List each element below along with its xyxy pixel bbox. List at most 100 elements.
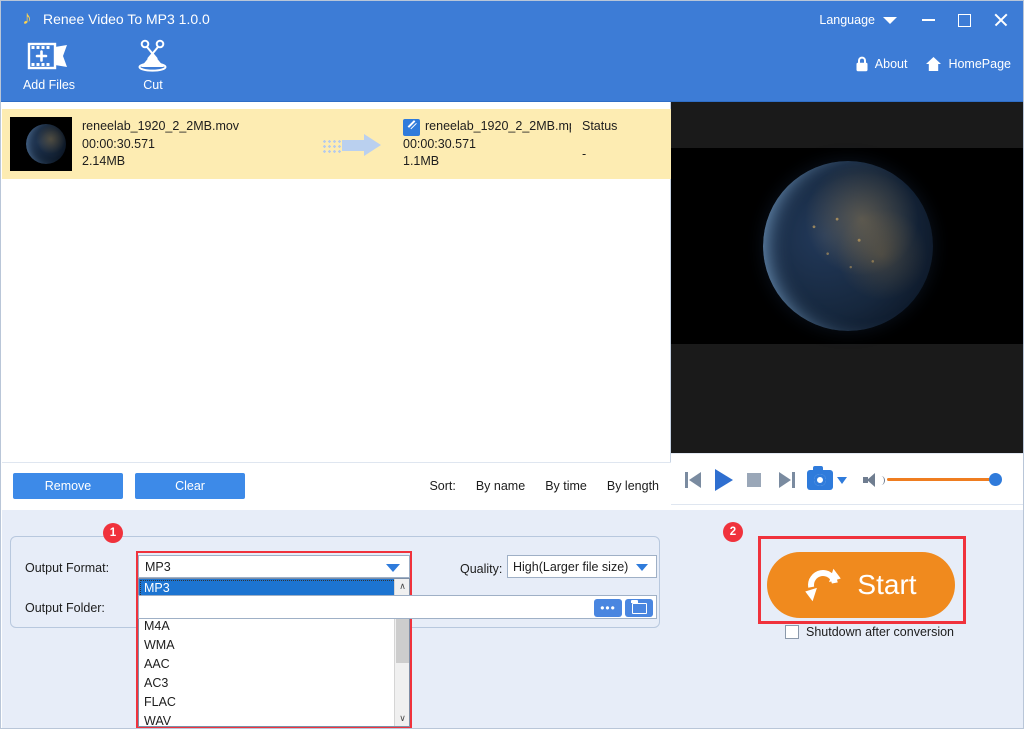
list-toolbar: Remove Clear Sort: By name By time By le… (2, 462, 671, 510)
file-list-row[interactable]: reneelab_1920_2_2MB.mov 00:00:30.571 2.1… (2, 109, 671, 179)
video-preview-pane[interactable] (671, 102, 1024, 453)
play-icon (715, 469, 733, 491)
add-files-icon (27, 39, 71, 73)
target-duration: 00:00:30.571 (403, 136, 571, 154)
start-button[interactable]: Start (767, 552, 955, 618)
home-icon (925, 56, 942, 72)
earth-thumbnail-image (26, 124, 66, 164)
sort-by-length-button[interactable]: By length (607, 478, 659, 494)
previous-button[interactable] (685, 468, 703, 492)
sort-by-time-button[interactable]: By time (545, 478, 587, 494)
format-option-flac[interactable]: FLAC (139, 693, 409, 712)
shutdown-after-conversion-row[interactable]: Shutdown after conversion (785, 624, 954, 640)
homepage-link[interactable]: HomePage (925, 56, 1011, 72)
next-icon (777, 472, 795, 488)
title-bar: ♪ Renee Video To MP3 1.0.0 Language (1, 1, 1024, 102)
target-file-name: reneelab_1920_2_2MB.mp3 (403, 118, 571, 136)
arrow-dots (322, 139, 342, 153)
sort-by-name-button[interactable]: By name (476, 478, 525, 494)
quality-select[interactable]: High(Larger file size) (507, 555, 657, 578)
target-file-info: reneelab_1920_2_2MB.mp3 00:00:30.571 1.1… (403, 118, 571, 171)
application-window: ♪ Renee Video To MP3 1.0.0 Language (0, 0, 1024, 729)
play-button[interactable] (715, 468, 733, 492)
source-duration: 00:00:30.571 (82, 136, 239, 154)
about-link[interactable]: About (855, 56, 908, 72)
top-right-links: About HomePage (855, 56, 1011, 72)
stop-icon (747, 473, 761, 487)
arrow-body (342, 140, 366, 151)
maximize-icon (958, 14, 971, 27)
refresh-arrow-bottom (804, 585, 818, 601)
close-button[interactable] (983, 7, 1017, 33)
remove-button[interactable]: Remove (13, 473, 123, 499)
target-file-size: 1.1MB (403, 153, 571, 171)
browse-dots-button[interactable]: ••• (594, 599, 622, 617)
language-selector[interactable]: Language (819, 11, 897, 29)
start-label: Start (857, 569, 916, 601)
output-format-value: MP3 (145, 560, 171, 574)
mute-button[interactable] (863, 468, 881, 492)
stop-button[interactable] (747, 468, 761, 492)
lock-icon (855, 56, 869, 72)
cut-label: Cut (143, 78, 162, 92)
sort-label: Sort: (429, 478, 455, 494)
homepage-label: HomePage (948, 56, 1011, 72)
output-folder-field[interactable]: ••• (138, 595, 657, 619)
add-files-label: Add Files (23, 78, 75, 92)
shutdown-checkbox[interactable] (785, 625, 799, 639)
scissors-icon (133, 39, 173, 73)
title-row: ♪ Renee Video To MP3 1.0.0 Language (1, 1, 1024, 37)
chevron-down-icon (837, 477, 847, 484)
chevron-down-icon (636, 564, 648, 571)
scroll-down-icon[interactable]: ∨ (395, 711, 410, 726)
status-column: Status - (582, 118, 662, 163)
shutdown-label: Shutdown after conversion (806, 624, 954, 640)
format-option-ac3[interactable]: AC3 (139, 674, 409, 693)
cut-button[interactable]: Cut (107, 39, 199, 97)
chevron-down-icon (386, 564, 400, 572)
camera-icon (807, 470, 833, 490)
open-folder-button[interactable] (625, 599, 653, 617)
app-title: Renee Video To MP3 1.0.0 (43, 10, 210, 28)
format-option-wav[interactable]: WAV (139, 712, 409, 727)
status-header: Status (582, 118, 662, 136)
folder-icon (632, 603, 647, 614)
maximize-button[interactable] (947, 7, 981, 33)
volume-slider[interactable] (887, 478, 995, 481)
next-button[interactable] (777, 468, 795, 492)
music-note-icon: ♪ (17, 9, 37, 29)
format-option-aac[interactable]: AAC (139, 655, 409, 674)
annotation-badge-1: 1 (103, 523, 123, 543)
scroll-up-icon[interactable]: ∧ (395, 579, 410, 594)
volume-slider-knob[interactable] (989, 473, 1002, 486)
arrow-head (364, 134, 381, 156)
file-list-pane: reneelab_1920_2_2MB.mov 00:00:30.571 2.1… (2, 102, 671, 462)
snapshot-button[interactable] (807, 468, 847, 492)
output-format-select[interactable]: MP3 (138, 555, 410, 578)
add-files-button[interactable]: Add Files (3, 39, 95, 97)
speaker-icon (863, 473, 881, 487)
annotation-badge-2: 2 (723, 522, 743, 542)
output-folder-input[interactable] (145, 600, 595, 616)
source-file-name: reneelab_1920_2_2MB.mov (82, 118, 239, 136)
player-controls-bar (671, 453, 1024, 505)
video-frame (671, 148, 1024, 344)
source-file-info: reneelab_1920_2_2MB.mov 00:00:30.571 2.1… (82, 118, 239, 171)
clear-button[interactable]: Clear (135, 473, 245, 499)
minimize-icon (922, 19, 935, 21)
minimize-button[interactable] (911, 7, 945, 33)
chevron-down-icon (883, 17, 897, 24)
close-icon (993, 13, 1007, 27)
language-label: Language (819, 12, 875, 28)
about-label: About (875, 56, 908, 72)
status-value: - (582, 146, 662, 164)
video-thumbnail (10, 117, 72, 171)
window-controls (911, 7, 1017, 33)
format-option-wma[interactable]: WMA (139, 636, 409, 655)
refresh-icon (805, 567, 841, 603)
conversion-arrow-icon (322, 135, 390, 157)
earth-preview-image (763, 161, 933, 331)
format-option-m4a[interactable]: M4A (139, 617, 409, 636)
previous-icon (685, 472, 703, 488)
sort-controls: Sort: By name By time By length (429, 478, 659, 494)
